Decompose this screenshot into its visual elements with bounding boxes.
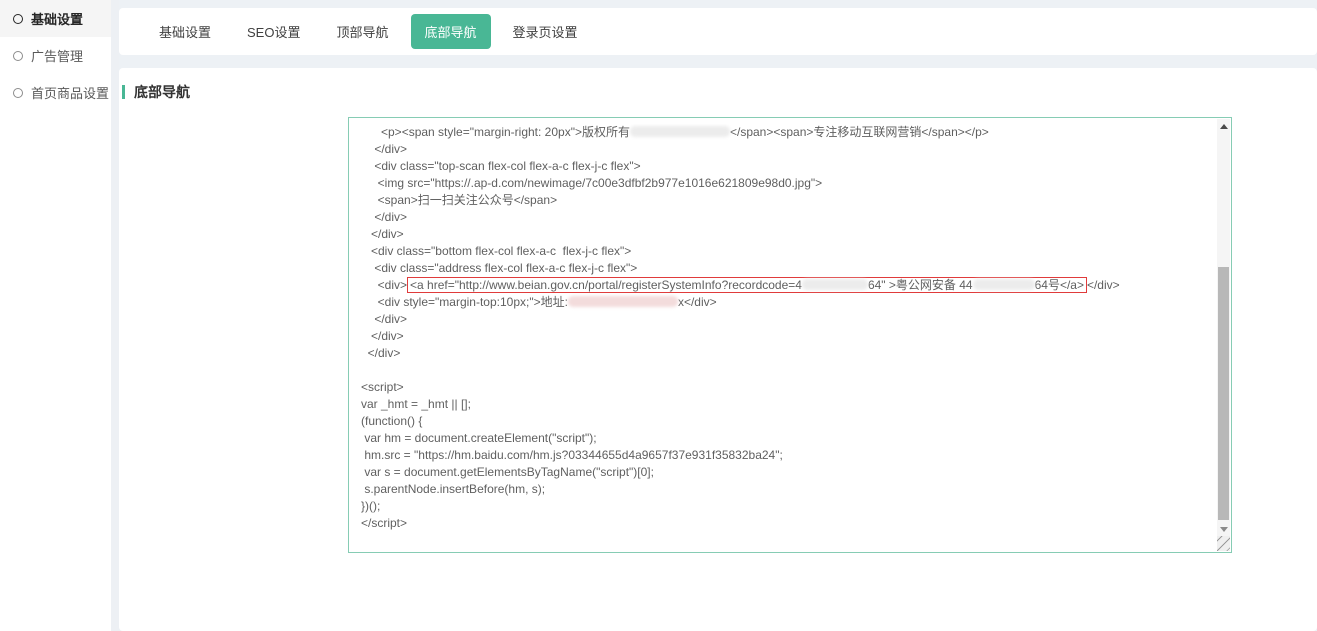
code-line: <div style="margin-top:10px;">地址:x</div> <box>361 294 1213 311</box>
code-line: <div class="bottom flex-col flex-a-c fle… <box>361 243 1213 260</box>
redacted-text <box>973 279 1035 290</box>
resize-grip-icon[interactable] <box>1217 536 1230 551</box>
code-line: var s = document.getElementsByTagName("s… <box>361 464 1213 481</box>
code-line: var hm = document.createElement("script"… <box>361 430 1213 447</box>
code-line: <script> <box>361 379 1213 396</box>
code-line: </div> <box>361 328 1213 345</box>
sidebar: 基础设置广告管理首页商品设置 <box>0 0 111 631</box>
code-line: </div> <box>361 141 1213 158</box>
code-line: })(); <box>361 498 1213 515</box>
tab-item[interactable]: SEO设置 <box>233 14 314 49</box>
code-line: var _hmt = _hmt || []; <box>361 396 1213 413</box>
circle-icon <box>13 88 23 98</box>
scroll-down-icon <box>1220 527 1228 532</box>
sidebar-item[interactable]: 首页商品设置 <box>0 74 111 111</box>
tab-bar: 基础设置SEO设置顶部导航底部导航登录页设置 <box>119 8 1317 55</box>
section-accent-bar-icon <box>122 85 125 99</box>
sidebar-item-label: 首页商品设置 <box>31 83 109 102</box>
section-header: 底部导航 <box>122 82 190 102</box>
tab-item[interactable]: 登录页设置 <box>499 14 592 49</box>
scroll-up-button[interactable] <box>1217 119 1230 134</box>
code-line: s.parentNode.insertBefore(hm, s); <box>361 481 1213 498</box>
code-line <box>361 362 1213 379</box>
sidebar-item[interactable]: 广告管理 <box>0 37 111 74</box>
main-area: 基础设置SEO设置顶部导航底部导航登录页设置 底部导航 <p><span sty… <box>119 0 1317 631</box>
code-line: </script> <box>361 515 1213 532</box>
code-line: <div class="top-scan flex-col flex-a-c f… <box>361 158 1213 175</box>
sidebar-divider <box>111 0 119 631</box>
redacted-text <box>802 279 868 290</box>
section-title: 底部导航 <box>134 82 190 102</box>
content-card: 底部导航 <p><span style="margin-right: 20px"… <box>119 68 1317 631</box>
code-line: (function() { <box>361 413 1213 430</box>
code-line: <span>扫一扫关注公众号</span> <box>361 192 1213 209</box>
code-line: <img src="https://.ap-d.com/newimage/7c0… <box>361 175 1213 192</box>
tab-item[interactable]: 顶部导航 <box>322 14 402 49</box>
tab-item[interactable]: 基础设置 <box>145 14 225 49</box>
code-line: </div> <box>361 311 1213 328</box>
page: 基础设置广告管理首页商品设置 基础设置SEO设置顶部导航底部导航登录页设置 底部… <box>0 0 1317 631</box>
circle-icon <box>13 14 23 24</box>
scroll-down-button[interactable] <box>1217 522 1230 537</box>
code-line: </div> <box>361 345 1213 362</box>
code-content[interactable]: <p><span style="margin-right: 20px">版权所有… <box>361 124 1213 548</box>
scroll-up-icon <box>1220 124 1228 129</box>
tab-active[interactable]: 底部导航 <box>411 14 491 49</box>
sidebar-item[interactable]: 基础设置 <box>0 0 111 37</box>
code-line: <div class="address flex-col flex-a-c fl… <box>361 260 1213 277</box>
circle-icon <box>13 51 23 61</box>
editor-scrollbar[interactable] <box>1217 119 1230 537</box>
redacted-text <box>568 296 678 307</box>
code-textarea[interactable]: <p><span style="margin-right: 20px">版权所有… <box>348 117 1232 553</box>
scrollbar-thumb[interactable] <box>1218 267 1229 520</box>
sidebar-item-label: 基础设置 <box>31 9 83 28</box>
code-line: <p><span style="margin-right: 20px">版权所有… <box>361 124 1213 141</box>
code-line: </div> <box>361 226 1213 243</box>
redacted-text <box>630 126 730 137</box>
code-line: hm.src = "https://hm.baidu.com/hm.js?033… <box>361 447 1213 464</box>
sidebar-item-label: 广告管理 <box>31 46 83 65</box>
code-line: <div><a href="http://www.beian.gov.cn/po… <box>361 277 1213 294</box>
code-line: </div> <box>361 209 1213 226</box>
annotation-red-box: <a href="http://www.beian.gov.cn/portal/… <box>407 277 1087 293</box>
